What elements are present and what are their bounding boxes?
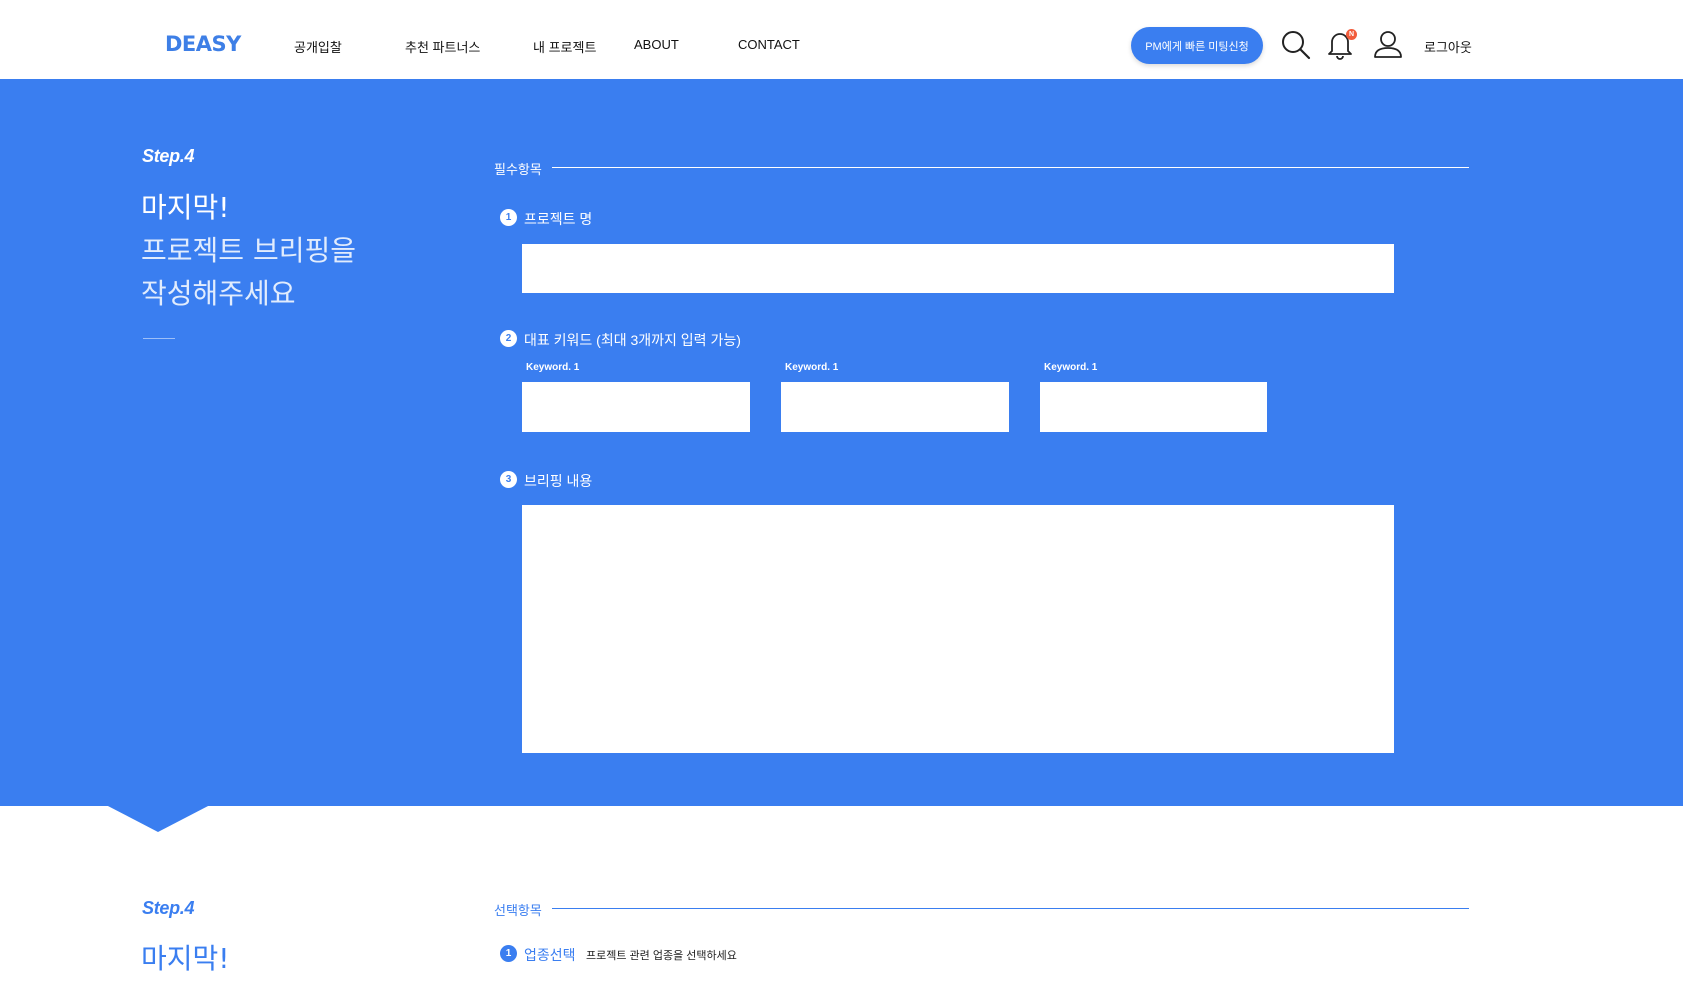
question-number-2: 2 — [500, 330, 517, 347]
heading-line-3: 작성해주세요 — [141, 277, 296, 310]
search-icon[interactable] — [1279, 28, 1313, 62]
keyword-label-3: Keyword. 1 — [1044, 362, 1098, 373]
step-label: Step.4 — [142, 146, 195, 166]
section-notch — [106, 805, 210, 832]
keyword-input-2[interactable] — [781, 382, 1009, 432]
notification-badge: N — [1346, 29, 1357, 40]
project-name-label: 프로젝트 명 — [524, 211, 593, 227]
briefing-textarea[interactable] — [522, 505, 1394, 753]
industry-hint: 프로젝트 관련 업종을 선택하세요 — [586, 950, 737, 962]
nav-my-projects[interactable]: 내 프로젝트 — [533, 37, 596, 56]
step-label-optional: Step.4 — [142, 898, 195, 918]
heading-divider — [143, 338, 175, 339]
keywords-label: 대표 키워드 (최대 3개까지 입력 가능) — [524, 332, 741, 348]
bell-icon[interactable]: N — [1326, 28, 1360, 62]
nav-about[interactable]: ABOUT — [634, 37, 679, 52]
question-number-optional-1: 1 — [500, 945, 517, 962]
keyword-label-2: Keyword. 1 — [785, 362, 839, 373]
pm-meeting-button[interactable]: PM에게 빠른 미팅신청 — [1131, 27, 1263, 64]
keyword-input-1[interactable] — [522, 382, 750, 432]
section-rule-optional — [552, 908, 1469, 909]
heading-line-1: 마지막! — [141, 191, 230, 224]
nav-recommended-partners[interactable]: 추천 파트너스 — [405, 37, 480, 56]
logout-link[interactable]: 로그아웃 — [1424, 37, 1472, 56]
nav-public-bidding[interactable]: 공개입찰 — [294, 37, 342, 56]
heading-optional: 마지막! — [141, 942, 230, 975]
section-rule — [552, 167, 1469, 168]
header: DEASY 공개입찰 추천 파트너스 내 프로젝트 ABOUT CONTACT … — [0, 0, 1683, 79]
question-number-3: 3 — [500, 471, 517, 488]
keyword-input-3[interactable] — [1040, 382, 1267, 432]
section-title-optional: 선택항목 — [494, 903, 542, 918]
heading-line-2: 프로젝트 브리핑을 — [141, 234, 356, 267]
user-icon[interactable] — [1372, 28, 1406, 62]
project-name-input[interactable] — [522, 244, 1394, 293]
logo[interactable]: DEASY — [165, 32, 241, 56]
briefing-label: 브리핑 내용 — [524, 473, 593, 489]
industry-select-label: 업종선택 — [524, 947, 576, 963]
question-number-1: 1 — [500, 209, 517, 226]
nav-contact[interactable]: CONTACT — [738, 37, 800, 52]
keyword-label-1: Keyword. 1 — [526, 362, 580, 373]
section-title-required: 필수항목 — [494, 162, 542, 177]
